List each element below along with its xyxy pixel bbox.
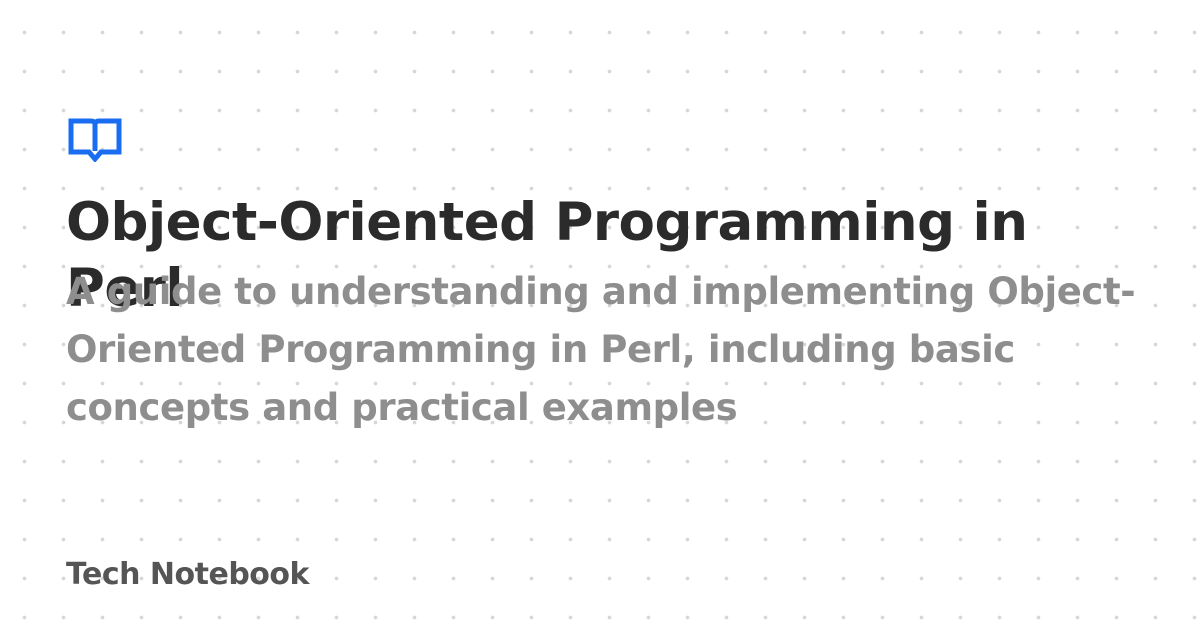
open-book-icon <box>68 118 122 162</box>
page-subtitle: A guide to understanding and implementin… <box>66 270 1136 429</box>
og-card: Object-Oriented Programming in Perl A gu… <box>0 0 1200 630</box>
site-name: Tech Notebook <box>66 557 309 592</box>
